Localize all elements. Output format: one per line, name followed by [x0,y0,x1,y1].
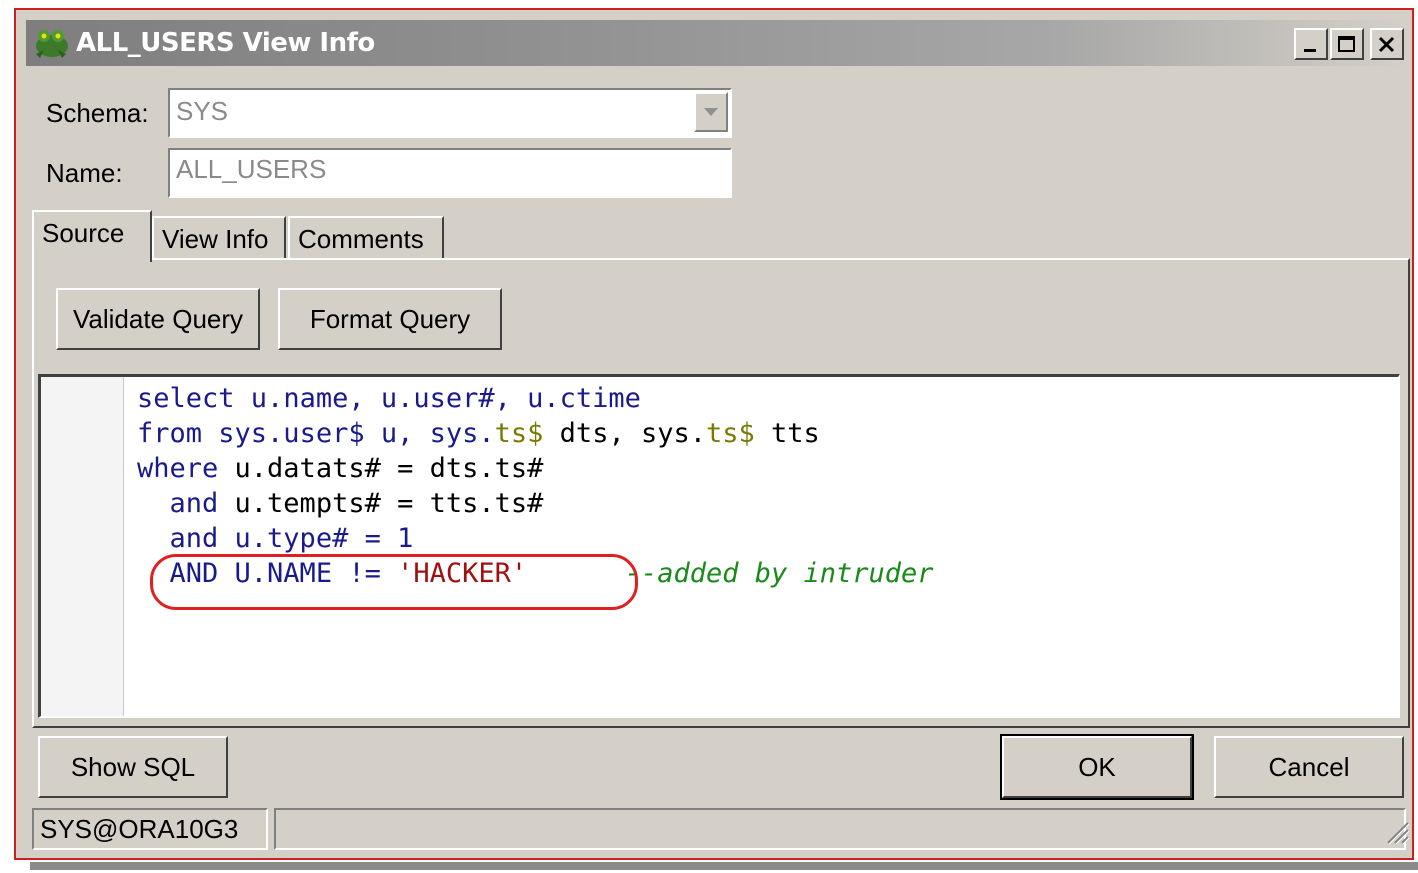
minimize-button[interactable] [1294,28,1328,60]
validate-query-button[interactable]: Validate Query [56,288,260,350]
schema-label: Schema: [46,98,149,128]
status-bar: SYS@ORA10G3 [26,808,1412,852]
sql-comment: --added by intruder [624,558,934,589]
code-line-4: and u.tempts# = tts.ts# [137,486,934,521]
sql-text: tts [754,418,820,449]
format-query-button[interactable]: Format Query [278,288,502,350]
name-label: Name: [46,158,123,188]
code-line-3: where u.datats# = dts.ts# [137,451,934,486]
tab-comments-label: Comments [298,224,424,254]
show-sql-button[interactable]: Show SQL [38,736,228,798]
ok-button[interactable]: OK [1000,734,1194,800]
sql-table-name: ts$ [705,418,755,449]
highlight-annotation-circle [150,554,638,610]
maximize-icon [1338,36,1355,52]
sql-keyword: select [137,383,235,414]
tab-source[interactable]: Source [32,210,152,262]
sql-keyword: from [137,418,203,449]
editor-gutter [41,377,124,716]
view-info-dialog: ALL_USERS View Info Schema: SYS Name: AL… [14,8,1414,860]
sql-keyword: and [137,523,219,554]
window-shadow [30,862,1418,870]
cancel-button[interactable]: Cancel [1214,736,1404,798]
sql-keyword: where [137,453,219,484]
status-message [274,808,1406,850]
code-line-1: select u.name, u.user#, u.ctime [137,381,934,416]
resize-grip-icon[interactable] [1382,817,1410,850]
name-value: ALL_USERS [176,154,327,184]
tab-view-info[interactable]: View Info [152,216,286,260]
minimize-icon [1304,49,1316,52]
close-icon [1378,36,1395,53]
sql-keyword: and [137,488,219,519]
schema-value: SYS [176,96,229,126]
name-field[interactable]: ALL_USERS [168,148,732,198]
window-title: ALL_USERS View Info [76,28,375,58]
sql-text: u.type# = 1 [218,523,414,554]
connection-status: SYS@ORA10G3 [32,808,268,850]
sql-table-name: ts$ [494,418,544,449]
tab-comments[interactable]: Comments [288,216,444,260]
code-line-5: and u.type# = 1 [137,521,934,556]
schema-combobox[interactable]: SYS [168,88,732,138]
sql-text: u.name, u.user#, u.ctime [234,383,641,414]
sql-source-editor[interactable]: select u.name, u.user#, u.ctime from sys.… [38,374,1400,718]
sql-text: u.datats# = dts.ts# [218,453,544,484]
sql-text: u.tempts# = tts.ts# [218,488,544,519]
code-line-2: from sys.user$ u, sys.ts$ dts, sys.ts$ t… [137,416,934,451]
schema-dropdown-button[interactable] [694,92,728,132]
maximize-button[interactable] [1330,28,1364,60]
sql-text: sys.user$ u, sys. [202,418,495,449]
frog-app-icon [32,26,70,60]
tab-view-info-label: View Info [162,224,269,254]
sql-text: dts, sys. [543,418,706,449]
chevron-down-icon [704,108,718,116]
close-button[interactable] [1370,28,1404,60]
tab-source-label: Source [42,218,125,248]
title-bar[interactable]: ALL_USERS View Info [26,20,1408,66]
